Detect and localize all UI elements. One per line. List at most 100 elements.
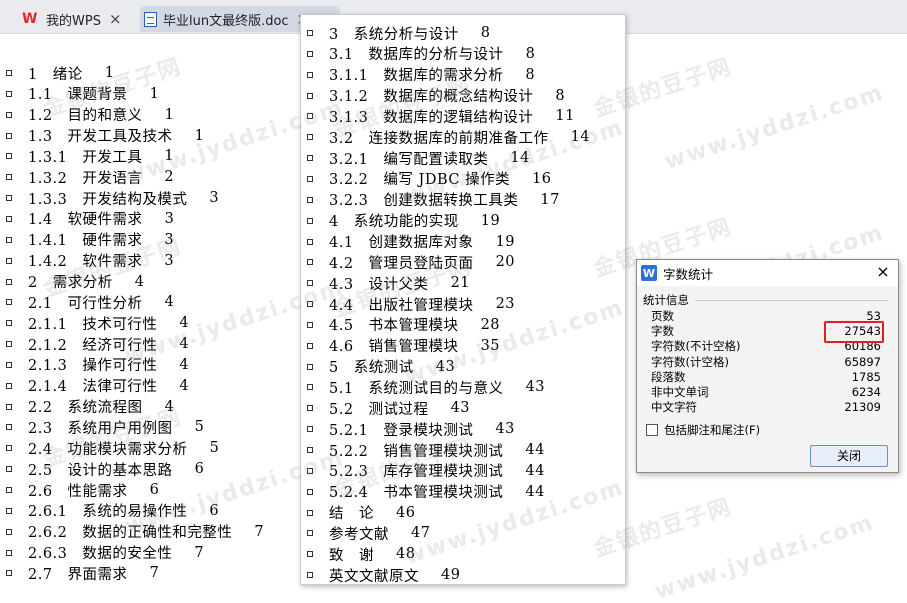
toc-entry[interactable]: 参考文献 47 [307,523,430,543]
bullet-icon [307,467,313,474]
dialog-title-bar: W 字数统计 [637,260,898,286]
toc-entry-page: 4 [164,294,175,311]
toc-entry-page: 7 [149,565,160,582]
toc-entry-page: 19 [480,212,501,229]
toc-entry[interactable]: 5.2 测试过程 43 [307,398,470,418]
toc-entry-text: 2.1.4 法律可行性 [28,379,158,396]
toc-entry[interactable]: 4.5 书本管理模块 28 [307,315,500,335]
toc-entry[interactable]: 2.2 系统流程图 4 [6,397,174,417]
include-footnotes-checkbox[interactable]: 包括脚注和尾注(F) [646,422,760,438]
watermark-text: www.jyddzi.com [661,80,888,175]
tab-my-wps[interactable]: W 我的WPS × [0,6,140,32]
toc-entry-page: 7 [254,523,265,540]
toc-entry-page: 48 [396,546,416,563]
toc-entry-page: 14 [510,150,530,167]
toc-entry[interactable]: 3.1.3 数据库的逻辑结构设计 11 [307,106,575,126]
toc-entry[interactable]: 2.6.1 系统的易操作性 6 [6,501,219,521]
toc-entry[interactable]: 1.1 课题背景 1 [6,84,159,104]
toc-entry[interactable]: 3.1 数据库的分析与设计 8 [307,44,535,64]
close-icon[interactable]: × [109,10,122,28]
toc-entry[interactable]: 3.1.2 数据库的概念结构设计 8 [307,86,565,106]
toc-entry[interactable]: 1.3.1 开发工具 1 [6,146,174,166]
toc-entry[interactable]: 2.7 界面需求 7 [6,563,159,583]
toc-entry[interactable]: 4.3 设计父类 21 [307,273,470,293]
toc-entry[interactable]: 2.4 功能模块需求分析 5 [6,438,219,458]
toc-entry[interactable]: 3.2.1 编写配置读取类 14 [307,148,530,168]
toc-entry-text: 1.3.2 开发语言 [28,170,143,187]
toc-entry[interactable]: 3.2.2 编写 JDBC 操作类 16 [307,169,552,189]
toc-entry[interactable]: 2.6.2 数据的正确性和完整性 7 [6,522,264,542]
toc-entry-text: 3.2.3 创建数据转换工具类 [329,193,519,210]
toc-entry[interactable]: 4.4 出版社管理模块 23 [307,294,515,314]
toc-entry[interactable]: 2.3 系统用户用例图 5 [6,417,204,437]
stat-label: 字符数(计空格) [651,354,729,369]
toc-entry-text: 5.2.1 登录模块测试 [329,422,474,439]
toc-entry[interactable]: 5.1 系统测试目的与意义 43 [307,377,545,397]
toc-entry[interactable]: 致 谢 48 [307,544,415,564]
toc-entry[interactable]: 结 论 46 [307,503,415,523]
toc-entry[interactable]: 4 系统功能的实现 19 [307,211,500,231]
bullet-icon [307,71,313,78]
close-icon[interactable]: × [874,263,892,281]
toc-entry[interactable]: 2.5 设计的基本思路 6 [6,459,204,479]
toc-entry[interactable]: 3.1.1 数据库的需求分析 8 [307,65,535,85]
toc-entry-text: 4.1 创建数据库对象 [329,235,474,251]
toc-entry-text: 2.6 性能需求 [28,483,128,500]
toc-entry[interactable]: 1.3 开发工具及技术 1 [6,126,204,146]
toc-entry[interactable]: 1.4 软硬件需求 3 [6,209,174,229]
bullet-icon [6,528,12,535]
bullet-icon [6,257,12,264]
toc-entry[interactable]: 1.2 目的和意义 1 [6,105,174,125]
bullet-icon [307,92,313,99]
toc-entry[interactable]: 4.1 创建数据库对象 19 [307,232,515,252]
group-divider [695,299,888,301]
stat-value: 65897 [844,354,881,369]
toc-entry[interactable]: 1.3.2 开发语言 2 [6,167,174,187]
toc-entry-text: 4.4 出版社管理模块 [329,297,474,314]
toc-entry[interactable]: 2.1.3 操作可行性 4 [6,355,189,375]
toc-entry[interactable]: 1.3.3 开发结构及模式 3 [6,188,219,208]
bullet-icon [6,445,12,452]
toc-entry-page: 35 [480,337,501,354]
toc-entry[interactable]: 2.1 可行性分析 4 [6,292,174,312]
toc-entry[interactable]: 2.6.3 数据的安全性 7 [6,543,204,563]
toc-entry[interactable]: 4.2 管理员登陆页面 20 [307,252,515,272]
toc-entry[interactable]: 1.4.1 硬件需求 3 [6,230,174,250]
toc-entry[interactable]: 4.6 销售管理模块 35 [307,336,500,356]
stat-row: 非中文单词 6234 [651,385,881,400]
toc-entry-text: 1.2 目的和意义 [28,108,143,125]
toc-entry-text: 2.1 可行性分析 [28,295,143,312]
checkbox-box[interactable] [646,424,658,436]
close-button[interactable]: 关闭 [810,445,888,467]
toc-entry[interactable]: 3.2.3 创建数据转换工具类 17 [307,190,560,210]
bullet-icon [307,196,313,203]
toc-entry[interactable]: 5.2.3 库存管理模块测试 44 [307,461,545,481]
toc-entry[interactable]: 2 需求分析 4 [6,272,144,292]
toc-entry-text: 1.3.3 开发结构及模式 [28,191,188,208]
toc-entry[interactable]: 2.1.4 法律可行性 4 [6,376,189,396]
toc-entry-page: 43 [495,421,515,438]
toc-entry[interactable]: 5.2.1 登录模块测试 43 [307,419,515,439]
toc-entry[interactable]: 1 绪论 1 [6,63,114,83]
toc-entry-page: 3 [209,190,220,207]
toc-entry-text: 2.2 系统流程图 [28,400,143,417]
toc-entry-text: 1.1 课题背景 [28,87,128,104]
toc-entry[interactable]: 2.1.2 经济可行性 4 [6,334,189,354]
toc-entry[interactable]: 2.6 性能需求 6 [6,480,159,500]
bullet-icon [307,321,313,328]
toc-entry-text: 4.6 销售管理模块 [329,339,459,356]
toc-entry-text: 3.1 数据库的分析与设计 [329,47,504,64]
toc-entry[interactable]: 5.2.4 书本管理模块测试 44 [307,482,545,502]
toc-entry[interactable]: 2.1.1 技术可行性 4 [6,313,189,333]
toc-entry[interactable]: 1.4.2 软件需求 3 [6,251,174,271]
toc-entry[interactable]: 5.2.2 销售管理模块测试 44 [307,440,545,460]
toc-entry-text: 1.3.1 开发工具 [28,149,143,166]
toc-entry[interactable]: 5 系统测试 43 [307,357,455,377]
toc-entry[interactable]: 英文文献原文 49 [307,565,460,585]
toc-entry[interactable]: 3 系统分析与设计 8 [307,23,490,43]
toc-entry-text: 英文文献原文 [329,568,419,585]
bullet-icon [6,215,12,222]
toc-entry[interactable]: 3.2 连接数据库的前期准备工作 14 [307,127,590,147]
bullet-icon [307,50,313,57]
dialog-title: 字数统计 [663,266,714,282]
